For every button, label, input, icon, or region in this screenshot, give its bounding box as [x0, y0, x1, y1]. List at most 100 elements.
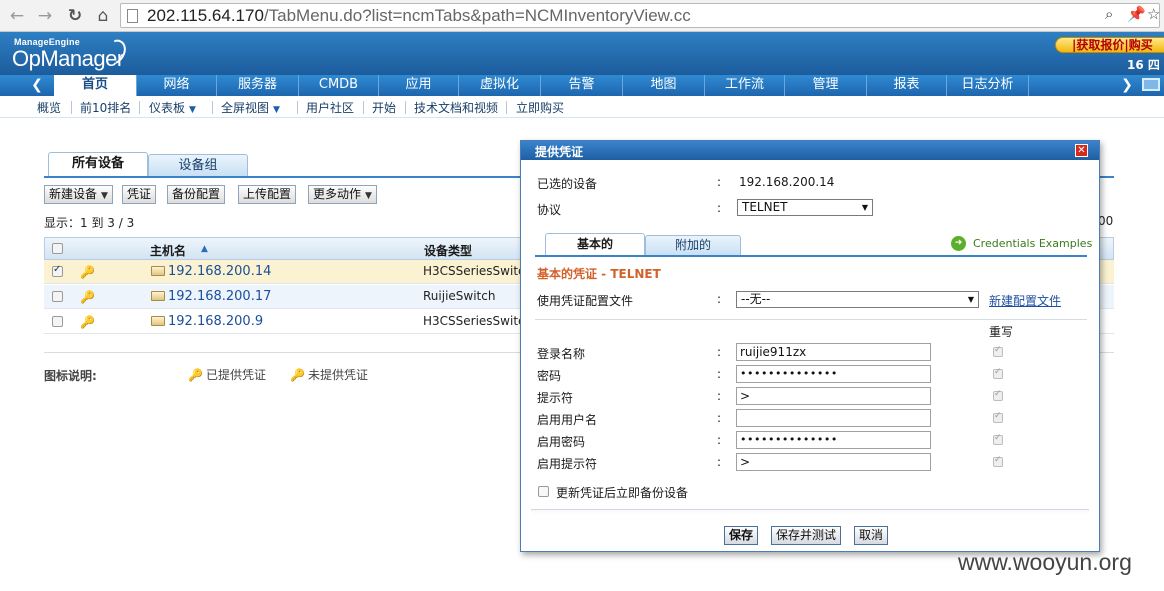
- nav-tab-admin[interactable]: 管理: [784, 75, 866, 96]
- rewrite-checkbox[interactable]: [993, 455, 1003, 467]
- legend-provided-text: 已提供凭证: [205, 368, 266, 382]
- row-checkbox[interactable]: [52, 291, 63, 302]
- prompt-input[interactable]: >: [736, 387, 931, 405]
- profile-select[interactable]: --无-- ▼: [736, 291, 979, 308]
- rewrite-checkbox[interactable]: [993, 345, 1003, 357]
- date-text: 16 四: [1127, 58, 1160, 72]
- tab-all-devices[interactable]: 所有设备: [48, 152, 148, 176]
- browser-toolbar: ← → ↻ ⌂ 202.115.64.170/TabMenu.do?list=n…: [0, 0, 1164, 32]
- enable-username-input[interactable]: [736, 409, 931, 427]
- nav-tab-empty: [1028, 75, 1112, 96]
- new-profile-link[interactable]: 新建配置文件: [989, 292, 1061, 309]
- device-icon: [151, 291, 165, 301]
- enable-password-label: 启用密码: [537, 435, 586, 449]
- backup-config-button[interactable]: 备份配置: [167, 185, 226, 204]
- prompt-label: 提示符: [537, 391, 574, 405]
- nav-tab-network[interactable]: 网络: [136, 75, 216, 96]
- device-icon: [151, 266, 165, 276]
- home-icon[interactable]: ⌂: [92, 5, 114, 27]
- row-host[interactable]: 192.168.200.17: [168, 289, 271, 304]
- subnav-fullscreen-label: 全屏视图: [221, 101, 270, 115]
- app-header: ManageEngine OpManager |获取报价|购买 16 四: [0, 32, 1164, 75]
- new-device-button[interactable]: 新建设备 ▼: [44, 185, 113, 204]
- credential-button[interactable]: 凭证: [122, 185, 157, 204]
- protocol-label: 协议: [537, 203, 562, 217]
- subnav-fullscreen[interactable]: 全屏视图 ▼: [221, 99, 280, 116]
- rewrite-checkbox[interactable]: [993, 389, 1003, 401]
- column-host[interactable]: 主机名: [150, 242, 186, 259]
- chevron-down-icon: ▼: [273, 105, 280, 115]
- nav-tab-reports[interactable]: 报表: [866, 75, 946, 96]
- tab-device-groups[interactable]: 设备组: [148, 154, 248, 176]
- tab-additional[interactable]: 附加的: [645, 235, 741, 255]
- address-bar[interactable]: 202.115.64.170/TabMenu.do?list=ncmTabs&p…: [120, 3, 1160, 28]
- row-checkbox[interactable]: [52, 316, 63, 327]
- credential-key-icon: 🔑: [80, 315, 95, 329]
- pin-icon[interactable]: 📌: [1127, 5, 1146, 23]
- back-icon[interactable]: ←: [6, 5, 28, 27]
- nav-tab-servers[interactable]: 服务器: [216, 75, 298, 96]
- credentials-examples-link[interactable]: Credentials Examples: [973, 237, 1092, 250]
- tab-basic[interactable]: 基本的: [545, 233, 645, 255]
- key-gray-icon: 🔑: [290, 368, 305, 382]
- nav-tab-workflow[interactable]: 工作流: [704, 75, 784, 96]
- subnav-community[interactable]: 用户社区: [306, 99, 354, 116]
- protocol-select[interactable]: TELNET ▼: [737, 199, 873, 216]
- profile-select-value: --无--: [741, 292, 771, 306]
- zoom-icon[interactable]: ⌕: [1105, 5, 1113, 23]
- more-actions-button[interactable]: 更多动作 ▼: [308, 185, 377, 204]
- legend-not-provided-text: 未提供凭证: [307, 368, 368, 382]
- nav-left-arrow-icon[interactable]: ❮: [22, 75, 52, 96]
- subnav-buy-now[interactable]: 立即购买: [516, 99, 564, 116]
- backup-after-update-checkbox[interactable]: [538, 486, 549, 497]
- nav-tab-log-analysis[interactable]: 日志分析: [946, 75, 1028, 96]
- rewrite-checkbox[interactable]: [993, 433, 1003, 445]
- nav-right-arrow-icon[interactable]: ❯: [1112, 75, 1142, 96]
- nav-tab-maps[interactable]: 地图: [622, 75, 704, 96]
- nav-tab-home[interactable]: 首页: [54, 75, 136, 96]
- forward-icon[interactable]: →: [34, 5, 56, 27]
- colon: :: [717, 292, 722, 306]
- credential-key-icon: 🔑: [80, 265, 95, 279]
- new-device-label: 新建设备: [49, 187, 98, 201]
- upload-config-button[interactable]: 上传配置: [238, 185, 297, 204]
- rewrite-checkbox[interactable]: [993, 411, 1003, 423]
- subnav-dashboard[interactable]: 仪表板 ▼: [149, 99, 196, 116]
- page-size-fragment: 00: [1098, 214, 1114, 228]
- subnav-docs-videos[interactable]: 技术文档和视频: [414, 99, 498, 116]
- subnav-divider: [405, 101, 406, 114]
- chevron-down-icon: ▼: [101, 191, 108, 201]
- save-button[interactable]: 保存: [724, 526, 759, 545]
- chevron-down-icon: ▼: [861, 203, 868, 212]
- select-all-checkbox[interactable]: [52, 243, 63, 254]
- nav-tab-apps[interactable]: 应用: [378, 75, 458, 96]
- nav-tab-cmdb[interactable]: CMDB: [298, 75, 378, 96]
- login-name-input[interactable]: ruijie911zx: [736, 343, 931, 361]
- row-host[interactable]: 192.168.200.14: [168, 264, 271, 279]
- sort-asc-icon[interactable]: ▲: [201, 244, 208, 254]
- enable-password-input[interactable]: ••••••••••••••: [736, 431, 931, 449]
- column-device-type[interactable]: 设备类型: [424, 242, 472, 259]
- cancel-button[interactable]: 取消: [854, 526, 889, 545]
- dialog-title-bar[interactable]: 提供凭证 ✕: [521, 141, 1099, 160]
- get-quote-button[interactable]: |获取报价|购买: [1055, 37, 1164, 53]
- nav-tab-alarms[interactable]: 告警: [540, 75, 622, 96]
- subnav-overview[interactable]: 概览: [37, 99, 61, 116]
- save-and-test-button[interactable]: 保存并测试: [771, 526, 842, 545]
- login-name-label: 登录名称: [537, 347, 586, 361]
- row-host[interactable]: 192.168.200.9: [168, 314, 263, 329]
- subnav-start[interactable]: 开始: [372, 99, 396, 116]
- star-icon[interactable]: ☆: [1147, 5, 1160, 23]
- arrow-right-icon[interactable]: ➜: [951, 236, 966, 251]
- dialog-title: 提供凭证: [535, 145, 584, 159]
- subnav-top10[interactable]: 前10排名: [80, 99, 131, 116]
- password-input[interactable]: ••••••••••••••: [736, 365, 931, 383]
- close-icon[interactable]: ✕: [1075, 144, 1088, 157]
- row-checkbox[interactable]: [52, 264, 63, 277]
- enable-prompt-input[interactable]: >: [736, 453, 931, 471]
- reload-icon[interactable]: ↻: [64, 5, 86, 27]
- rewrite-checkbox[interactable]: [993, 367, 1003, 379]
- record-count: 显示：1 到 3 / 3: [44, 216, 135, 230]
- monitor-icon[interactable]: [1142, 78, 1160, 91]
- nav-tab-virtualization[interactable]: 虚拟化: [458, 75, 540, 96]
